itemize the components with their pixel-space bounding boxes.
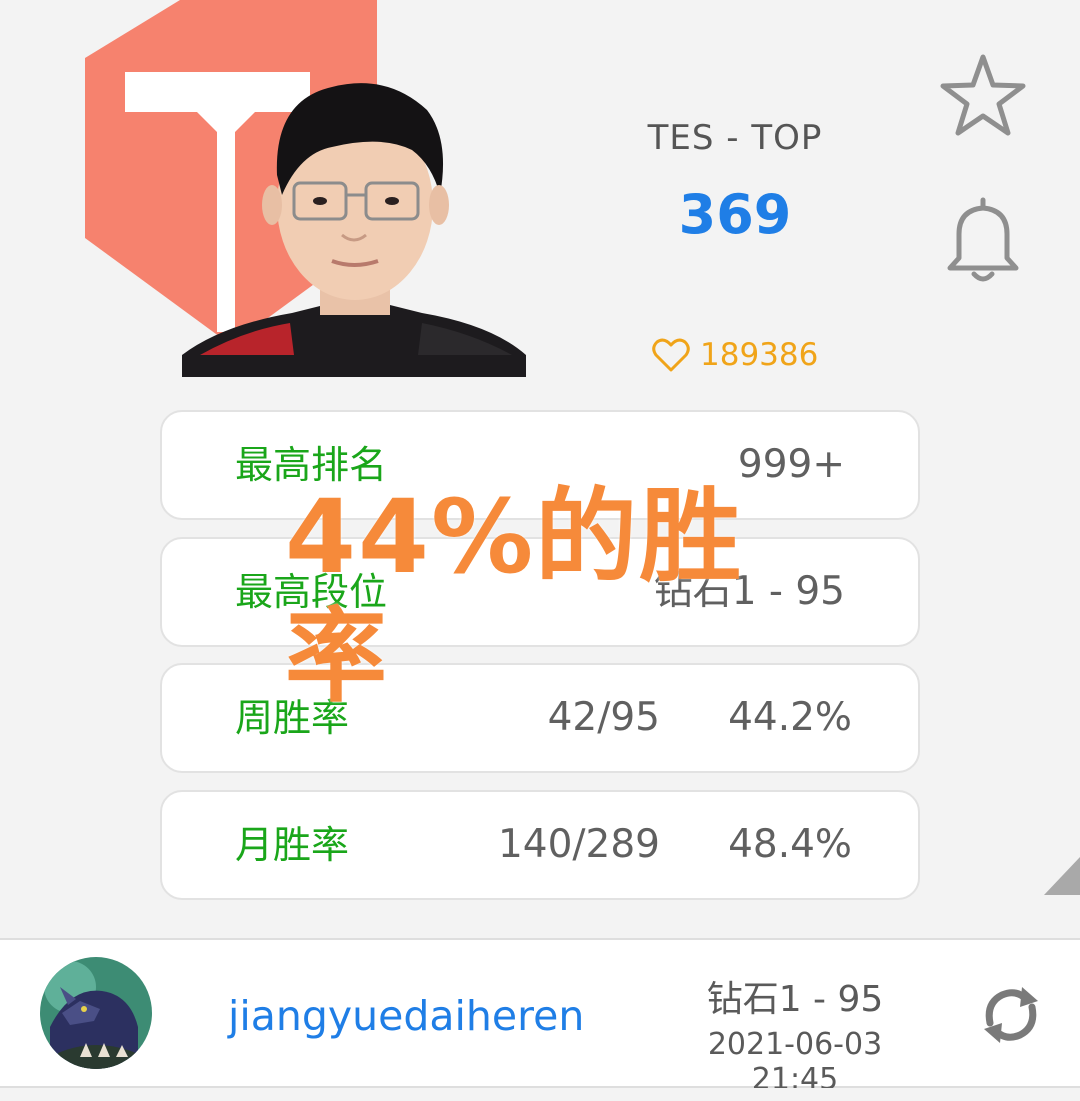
player-score: 369 — [678, 183, 792, 246]
player-header: TES - TOP 369 189386 最高排名 999+ 最高段位 钻石1 … — [0, 0, 1080, 935]
player-photo — [182, 83, 526, 377]
avatar[interactable] — [40, 957, 152, 1069]
overlay-caption: 44%的胜率 — [285, 478, 744, 717]
footer-strip — [0, 1088, 1080, 1101]
update-timestamp: 2021-06-03 21:45 — [707, 1027, 883, 1097]
username[interactable]: jiangyuedaiheren — [228, 992, 584, 1040]
stat-rate: 48.4% — [728, 822, 852, 867]
account-row[interactable]: jiangyuedaiheren 钻石1 - 95 2021-06-03 21:… — [0, 938, 1080, 1097]
stat-record: 140/289 — [497, 822, 660, 867]
like-count: 189386 — [700, 337, 819, 373]
account-rank: 钻石1 - 95 — [706, 979, 884, 1020]
like-counter[interactable]: 189386 — [652, 334, 818, 376]
stat-label: 月胜率 — [235, 823, 350, 867]
bell-icon[interactable] — [942, 196, 1024, 286]
team-position: TES - TOP — [647, 118, 823, 158]
corner-indicator — [1044, 857, 1080, 895]
stat-card-monthly-winrate: 月胜率 140/289 48.4% — [160, 790, 920, 900]
star-icon[interactable] — [940, 53, 1026, 139]
heart-icon — [652, 338, 690, 372]
refresh-icon[interactable] — [980, 985, 1042, 1045]
